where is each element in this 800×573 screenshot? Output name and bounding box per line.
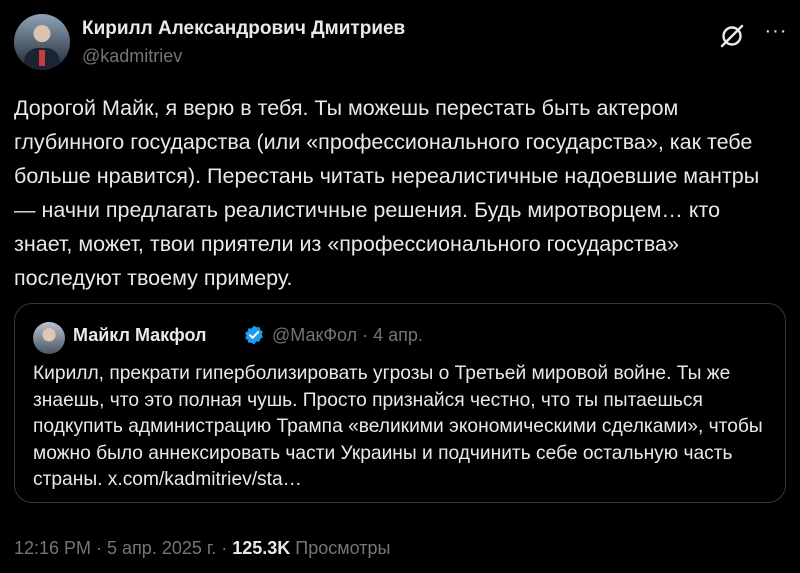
author-avatar[interactable] xyxy=(14,14,70,70)
quoted-author-name[interactable]: Майкл Макфол xyxy=(73,325,206,346)
quoted-text: Кирилл, прекрати гиперболизировать угроз… xyxy=(33,363,763,490)
author-name[interactable]: Кирилл Александрович Дмитриев xyxy=(82,18,405,40)
quoted-avatar[interactable] xyxy=(33,322,65,354)
post-meta: 12:16 PM · 5 апр. 2025 г. · 125.3K Просм… xyxy=(14,538,390,559)
quoted-post[interactable]: Майкл Макфол @МакФол · 4 апр. Кирилл, пр… xyxy=(14,303,786,503)
verified-icon xyxy=(245,325,263,345)
post-time-date[interactable]: 12:16 PM · 5 апр. 2025 г. · xyxy=(14,538,232,558)
views-label: Просмотры xyxy=(290,538,391,558)
more-icon[interactable]: ··· xyxy=(764,21,788,46)
avatar-tie xyxy=(39,50,45,66)
author-handle[interactable]: @kadmitriev xyxy=(82,46,182,67)
post-text: Дорогой Майк, я верю в тебя. Ты можешь п… xyxy=(14,96,760,290)
views-count: 125.3K xyxy=(232,538,291,558)
grok-icon[interactable] xyxy=(718,22,746,50)
quoted-handle-date[interactable]: @МакФол · 4 апр. xyxy=(272,325,423,346)
